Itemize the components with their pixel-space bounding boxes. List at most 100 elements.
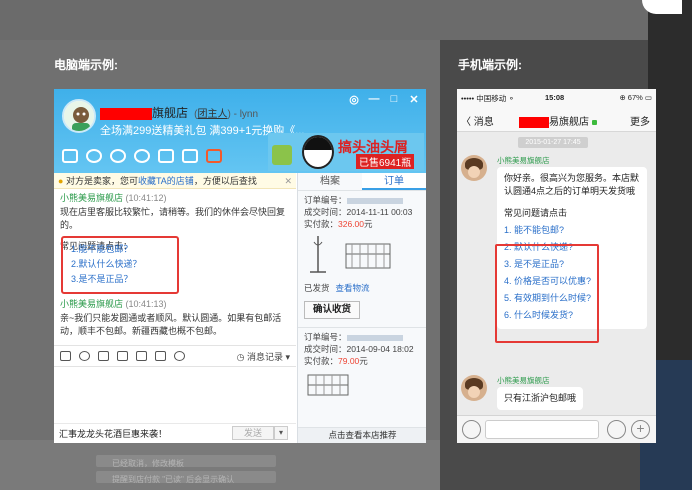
view-logistics-link[interactable]: 查看物流 [336,283,370,293]
message-input[interactable] [54,368,296,423]
confirm-receipt-button[interactable]: 确认收货 [304,301,360,319]
share-screen-icon[interactable] [158,149,174,163]
status-bar: ••••• 中国移动 ⚬ 15:08 ⊕ 67% ▭ [457,89,656,106]
microphone-icon[interactable] [86,149,102,163]
gift-icon [272,145,292,165]
order-paid-label: 实付款： [304,219,339,229]
faq-link[interactable]: 1.能不能包邮？ [71,242,169,257]
date-separator: 2015-01-27 17:45 [518,137,588,148]
carrier: ••••• 中国移动 ⚬ [461,94,515,103]
phone-icon[interactable] [206,149,222,163]
role-name[interactable]: 团主人 [197,109,227,120]
maximize-icon[interactable]: □ [388,93,400,106]
shop-suffix: 旗舰店 [152,106,189,120]
faq-link[interactable]: 2.默认什么快递？ [71,257,169,272]
video-icon[interactable] [62,149,78,163]
notice-prefix: 对方是卖家，您可 [65,176,138,186]
backdrop-top [0,0,692,40]
order-unit: 元 [359,356,368,366]
faq-highlight-box [495,244,599,343]
users-icon[interactable] [134,149,150,163]
message-sender: 小熊美易旗舰店 [497,376,550,385]
image-icon[interactable] [98,351,109,361]
ad-banner[interactable]: 搞头油头屑 已售6941瓶 [268,133,424,171]
emoji-icon[interactable] [607,420,626,439]
picture-icon[interactable] [182,149,198,163]
minimize-icon[interactable]: — [368,93,380,106]
chat-toolbar [62,149,222,163]
font-icon[interactable] [60,351,71,361]
plus-icon[interactable]: + [631,420,650,439]
favorite-shop-link[interactable]: 收藏TA的店铺 [138,176,194,186]
shop-avatar[interactable] [461,155,487,181]
folder-icon[interactable] [117,351,128,361]
order-unit: 元 [364,219,373,229]
input-toolbar: ◷ 消息记录 ▾ [54,345,296,367]
order-paid: 实付款：326.00元 [304,218,422,230]
pc-chat-window: 旗舰店 (团主人) - lynn 全场满299送精美礼包 满399+1元换购《.… [54,89,426,443]
order-date: 成交时间：2014-09-04 18:02 [304,343,422,355]
target-icon[interactable] [110,149,126,163]
notice-close-icon[interactable]: ✕ [284,173,292,189]
shop-avatar[interactable] [461,375,487,401]
message-list: 小熊美易旗舰店 (10:41:12) 现在店里客服比较繁忙，请稍等。我们的休伴会… [54,189,296,345]
settings-icon[interactable]: ◎ [348,93,360,106]
order-card[interactable]: 订单编号： 成交时间：2014-09-04 18:02 实付款：79.00元 [298,328,426,367]
product-thumbnail[interactable] [304,234,394,276]
message-sender: 小熊美易旗舰店 (10:41:13) [54,297,296,310]
order-number-label: 订单编号： [304,195,347,205]
more-button[interactable]: 更多 [630,113,650,128]
tab-orders[interactable]: 订单 [362,173,426,190]
view-recommendations-link[interactable]: 点击查看本店推荐 [298,427,426,443]
order-date-label: 成交时间： [304,344,347,354]
message-text: 现在店里客服比较繁忙，请稍等。我们的休伴会尽快回复的。 [60,207,286,230]
message-time: (10:41:13) [125,299,167,309]
mobile-message-input[interactable] [485,420,599,439]
order-price: 79.00 [338,356,360,366]
history-label: 消息记录 [246,351,283,362]
shop-avatar[interactable] [62,99,96,133]
send-options-icon[interactable]: ▾ [274,426,288,440]
backdrop-row-text: 提醒到店付款 "已读" 后会显示确认 [112,475,235,484]
favorite-notice: ● 对方是卖家，您可收藏TA的店铺，方便以后查找 ✕ [54,173,296,189]
backdrop-row-text: 已经取消，修改模板 [112,459,184,468]
role-text: (团主人) - lynn [191,109,258,120]
scissors-icon[interactable] [136,351,147,361]
faq-link[interactable]: 3.是不是正品？ [71,272,169,287]
shake-icon[interactable] [174,351,185,361]
send-button[interactable]: 发送 [232,426,274,440]
order-number: 订单编号： [304,331,422,343]
emoji-icon[interactable] [79,351,90,361]
sender-name: 小熊美易旗舰店 [60,299,124,309]
faq-link[interactable]: 1. 能不能包邮? [504,222,640,239]
mobile-section-label: 手机端示例: [458,58,522,72]
close-icon[interactable]: ✕ [408,93,420,106]
redacted-shop-name [519,116,549,128]
voice-icon[interactable] [462,420,481,439]
message: 小熊美易旗舰店 (10:41:13) 亲~我们只能发圆通或者顺风。默认圆通。如果… [54,297,296,342]
message-sender: 小熊美易旗舰店 [497,156,550,165]
nav-bar: 〈 消息 易旗舰店 更多 [457,106,656,132]
back-button[interactable]: 〈 消息 [461,113,494,128]
message-history-button[interactable]: ◷ 消息记录 ▾ [237,350,290,363]
shipped-label: 已发货 [304,283,330,293]
product-thumbnail[interactable] [304,371,354,401]
message-bubble: 只有江浙沪包邮哦 [497,387,584,410]
order-date: 成交时间：2014-11-11 00:03 [304,206,422,218]
order-card[interactable]: 订单编号： 成交时间：2014-11-11 00:03 实付款：326.00元 [298,191,426,230]
redacted-order-number [346,334,403,341]
redacted-shop-name [100,107,152,120]
sender-name: 小熊美易旗舰店 [60,193,124,203]
chat-title-suffix: 易旗舰店 [549,117,589,128]
clock: 15:08 [545,93,565,102]
order-date-value: 2014-11-11 00:03 [346,207,413,217]
message-text: 只有江浙沪包邮哦 [504,393,577,403]
pc-section-label: 电脑端示例: [54,58,118,72]
faq-title: 常见问题请点击 [504,208,568,218]
sidebar-tabs: 档案 订单 [298,173,426,191]
message-sender: 小熊美易旗舰店 (10:41:12) [54,191,296,204]
screenshot-icon[interactable] [155,351,166,361]
backdrop-row: 提醒到店付款 "已读" 后会显示确认 [96,471,276,484]
message-time: (10:41:12) [125,193,167,203]
tab-profile[interactable]: 档案 [298,173,362,190]
